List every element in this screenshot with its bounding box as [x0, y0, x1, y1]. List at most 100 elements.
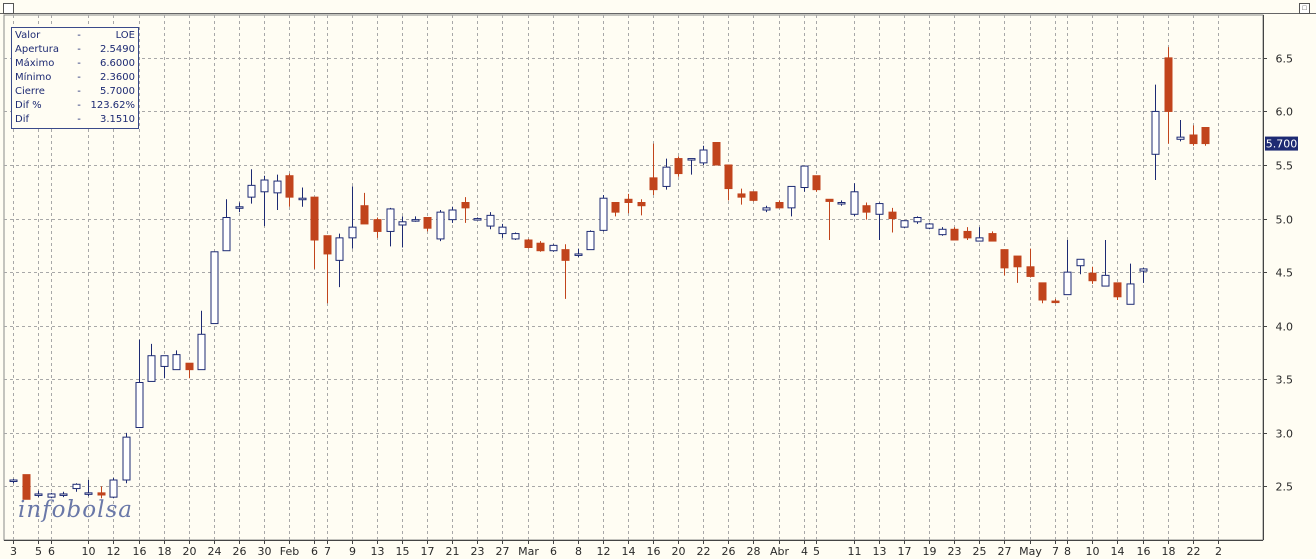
- candle-body[interactable]: [524, 239, 533, 248]
- candle-body[interactable]: [637, 202, 646, 207]
- candle-body[interactable]: [260, 179, 269, 193]
- candle-body[interactable]: [674, 158, 683, 175]
- candle-body[interactable]: [536, 242, 545, 252]
- candle-body[interactable]: [335, 237, 344, 261]
- candle-body[interactable]: [1164, 57, 1173, 112]
- candle-body[interactable]: [486, 214, 495, 227]
- candle-body[interactable]: [1113, 282, 1122, 298]
- candle-body[interactable]: [1151, 110, 1160, 155]
- candle-body[interactable]: [1139, 268, 1148, 272]
- candle-body[interactable]: [787, 185, 796, 209]
- candle-body[interactable]: [1176, 136, 1185, 140]
- candle-body[interactable]: [1051, 300, 1060, 304]
- candle-body[interactable]: [800, 165, 809, 188]
- candle-body[interactable]: [624, 198, 633, 204]
- candle-body[interactable]: [837, 202, 846, 205]
- candlestick-chart[interactable]: 2.53.03.54.04.55.05.56.06.53 5 6 10 12 16 18 20…: [0, 0, 1316, 559]
- candle-body[interactable]: [724, 164, 733, 190]
- candle-body[interactable]: [436, 211, 445, 240]
- candle-body[interactable]: [84, 492, 93, 495]
- candle-body[interactable]: [1038, 282, 1047, 301]
- candle-body[interactable]: [712, 142, 721, 166]
- candle-body[interactable]: [448, 209, 457, 221]
- candle-body[interactable]: [888, 211, 897, 220]
- candle-body[interactable]: [59, 493, 68, 496]
- candle-body[interactable]: [122, 436, 131, 481]
- candle-body[interactable]: [197, 333, 206, 371]
- candle-body[interactable]: [913, 217, 922, 223]
- maximize-icon[interactable]: □: [1299, 3, 1310, 14]
- candle-body[interactable]: [749, 191, 758, 201]
- candle-body[interactable]: [1076, 258, 1085, 267]
- candle-body[interactable]: [1126, 283, 1135, 305]
- candle-body[interactable]: [147, 355, 156, 382]
- infobolsa-logo: infobolsa: [18, 497, 133, 523]
- candle-body[interactable]: [423, 217, 432, 229]
- candle-body[interactable]: [699, 149, 708, 164]
- candle-body[interactable]: [561, 249, 570, 261]
- candle-body[interactable]: [1026, 266, 1035, 277]
- window-icon[interactable]: [3, 3, 14, 14]
- candle-body[interactable]: [185, 362, 194, 371]
- candle-body[interactable]: [97, 492, 106, 496]
- candle-body[interactable]: [649, 177, 658, 191]
- candle-body[interactable]: [34, 493, 43, 496]
- candle-body[interactable]: [135, 382, 144, 428]
- candle-body[interactable]: [360, 205, 369, 225]
- candle-body[interactable]: [900, 220, 909, 228]
- candle-body[interactable]: [775, 202, 784, 209]
- candle-body[interactable]: [762, 207, 771, 211]
- candle-body[interactable]: [975, 237, 984, 242]
- candle-body[interactable]: [461, 202, 470, 209]
- candle-body[interactable]: [1013, 255, 1022, 268]
- candle-body[interactable]: [511, 233, 520, 240]
- candle-body[interactable]: [247, 184, 256, 198]
- candle-body[interactable]: [611, 202, 620, 213]
- candle-body[interactable]: [988, 233, 997, 242]
- candle-body[interactable]: [586, 230, 595, 251]
- candle-body[interactable]: [1063, 271, 1072, 296]
- candle-body[interactable]: [1088, 272, 1097, 282]
- candle-body[interactable]: [160, 355, 169, 367]
- candle-body[interactable]: [222, 217, 231, 252]
- candle-body[interactable]: [574, 253, 583, 256]
- candle-body[interactable]: [298, 197, 307, 201]
- candle-body[interactable]: [172, 354, 181, 371]
- candle-body[interactable]: [1101, 274, 1110, 287]
- candle-body[interactable]: [1189, 134, 1198, 145]
- candle-body[interactable]: [473, 218, 482, 221]
- candle-body[interactable]: [599, 197, 608, 231]
- candle-body[interactable]: [549, 244, 558, 252]
- candle-body[interactable]: [411, 219, 420, 222]
- candle-body[interactable]: [687, 158, 696, 161]
- candle-body[interactable]: [348, 226, 357, 239]
- candle-body[interactable]: [1000, 249, 1009, 269]
- candle-body[interactable]: [825, 198, 834, 202]
- candle-body[interactable]: [109, 479, 118, 498]
- candle-body[interactable]: [812, 175, 821, 191]
- candle-body[interactable]: [323, 235, 332, 255]
- candle-body[interactable]: [938, 228, 947, 236]
- candle-body[interactable]: [925, 223, 934, 229]
- candle-body[interactable]: [862, 205, 871, 213]
- candle-body[interactable]: [498, 226, 507, 235]
- candle-body[interactable]: [273, 180, 282, 194]
- candle-body[interactable]: [72, 483, 81, 490]
- candle-body[interactable]: [1201, 127, 1210, 145]
- candle-body[interactable]: [398, 221, 407, 226]
- candle-body[interactable]: [850, 191, 859, 215]
- candle-body[interactable]: [310, 196, 319, 241]
- y-tick-label: 4.5: [1276, 267, 1294, 280]
- candle-body[interactable]: [22, 474, 31, 500]
- candle-body[interactable]: [662, 166, 671, 187]
- candle-body[interactable]: [9, 479, 18, 482]
- candle-body[interactable]: [373, 219, 382, 232]
- candle-body[interactable]: [963, 230, 972, 239]
- candle-body[interactable]: [737, 193, 746, 198]
- candle-body[interactable]: [950, 228, 959, 241]
- candle-body[interactable]: [235, 206, 244, 209]
- candle-body[interactable]: [386, 208, 395, 232]
- candle-body[interactable]: [285, 175, 294, 198]
- candle-body[interactable]: [210, 251, 219, 325]
- candle-body[interactable]: [875, 203, 884, 215]
